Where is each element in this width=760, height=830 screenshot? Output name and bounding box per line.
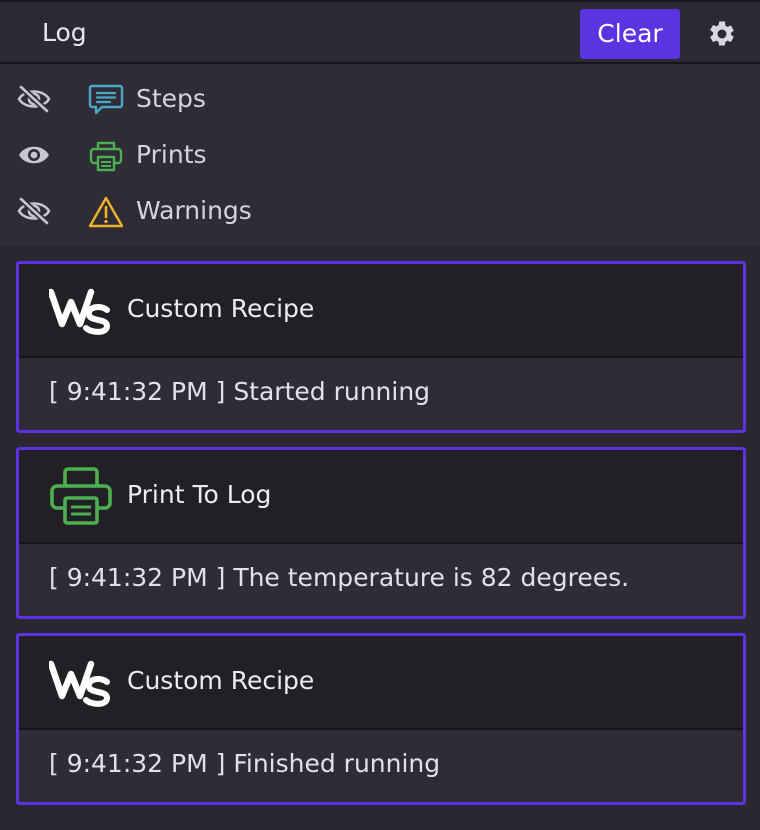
warning-triangle-icon bbox=[88, 196, 124, 228]
eye-icon[interactable] bbox=[16, 141, 52, 169]
log-entry-message: [ 9:41:32 PM ] Started running bbox=[49, 377, 431, 406]
filter-label-warnings: Warnings bbox=[136, 196, 252, 225]
log-list: Custom Recipe [ 9:41:32 PM ] Started run… bbox=[0, 246, 760, 830]
clear-button[interactable]: Clear bbox=[580, 9, 680, 59]
ws-logo-icon bbox=[49, 288, 111, 335]
ws-logo-icon bbox=[49, 660, 111, 707]
speech-bubble-icon bbox=[88, 84, 124, 115]
log-entry-title: Print To Log bbox=[127, 480, 272, 509]
filter-row-prints[interactable]: Prints bbox=[0, 127, 760, 183]
log-entry-title: Custom Recipe bbox=[127, 666, 315, 695]
log-entry-message: [ 9:41:32 PM ] The temperature is 82 deg… bbox=[49, 563, 630, 592]
panel-title: Log bbox=[42, 18, 87, 47]
filter-row-warnings[interactable]: Warnings bbox=[0, 183, 760, 239]
filter-label-steps: Steps bbox=[136, 84, 206, 113]
gear-icon[interactable] bbox=[707, 19, 737, 49]
printer-icon bbox=[89, 141, 123, 172]
filter-row-steps[interactable]: Steps bbox=[0, 71, 760, 127]
eye-off-icon[interactable] bbox=[16, 197, 52, 225]
log-entry-title: Custom Recipe bbox=[127, 294, 315, 323]
log-filters: Steps Prints Warnings bbox=[0, 64, 760, 246]
log-panel: Log Clear Steps Prints Warnings Custom R… bbox=[0, 0, 760, 830]
log-entry[interactable]: Custom Recipe [ 9:41:32 PM ] Finished ru… bbox=[16, 633, 746, 805]
log-entry-message: [ 9:41:32 PM ] Finished running bbox=[49, 749, 441, 778]
log-entry[interactable]: Print To Log [ 9:41:32 PM ] The temperat… bbox=[16, 447, 746, 619]
log-header: Log Clear bbox=[0, 0, 760, 64]
printer-icon bbox=[50, 467, 112, 525]
log-entry-header: Print To Log bbox=[19, 450, 743, 544]
log-entry[interactable]: Custom Recipe [ 9:41:32 PM ] Started run… bbox=[16, 261, 746, 433]
log-entry-header: Custom Recipe bbox=[19, 636, 743, 730]
log-entry-header: Custom Recipe bbox=[19, 264, 743, 358]
filter-label-prints: Prints bbox=[136, 140, 207, 169]
eye-off-icon[interactable] bbox=[16, 85, 52, 113]
